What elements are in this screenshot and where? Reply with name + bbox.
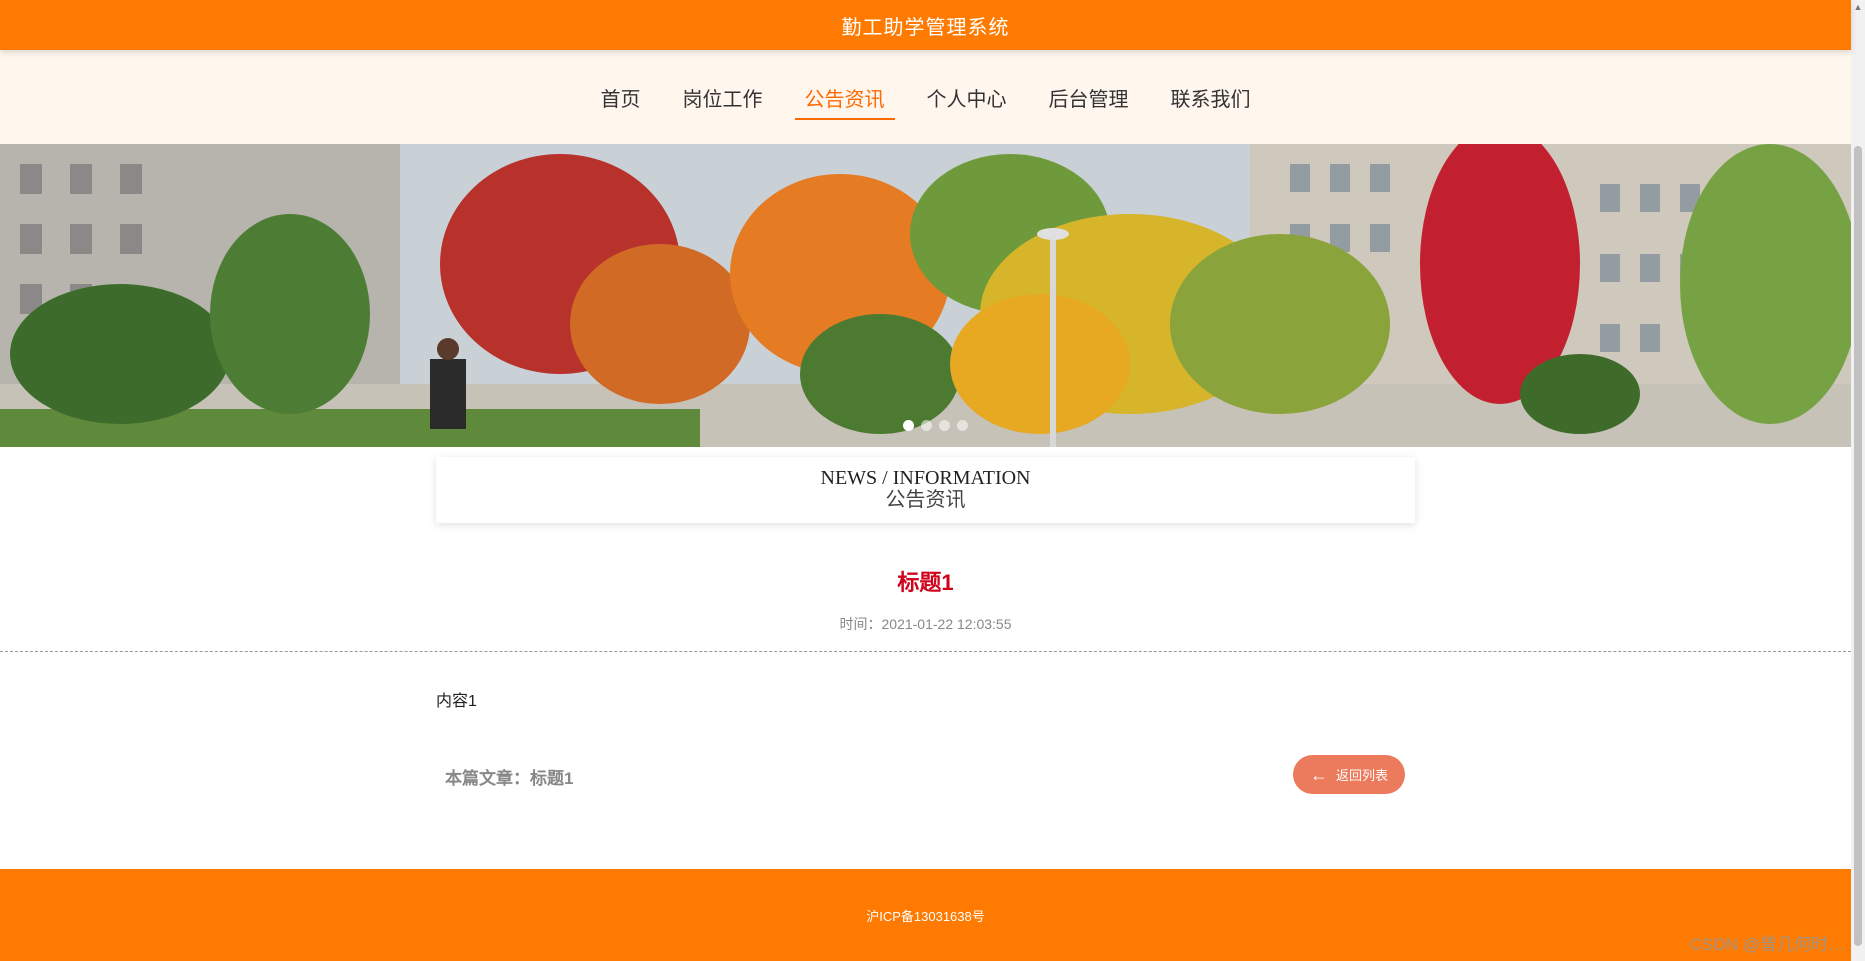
current-article-label: 本篇文章：标题1 <box>445 769 574 788</box>
carousel-dot-1[interactable] <box>903 420 914 431</box>
nav-item-admin[interactable]: 后台管理 <box>1039 75 1139 120</box>
carousel-dot-4[interactable] <box>957 420 968 431</box>
section-title-cn: 公告资讯 <box>885 489 966 511</box>
nav-list: 首页 岗位工作 公告资讯 个人中心 后台管理 联系我们 <box>591 75 1261 120</box>
article-title: 标题1 <box>897 570 954 595</box>
arrow-left-icon: ← <box>1309 764 1328 785</box>
top-header: 勤工助学管理系统 <box>0 0 1851 50</box>
section-title-en: NEWS / INFORMATION <box>820 467 1031 489</box>
nav-item-home[interactable]: 首页 <box>591 75 651 120</box>
article-content: 内容1 <box>436 693 477 710</box>
footer: 沪ICP备13031638号 <box>0 869 1851 961</box>
back-to-list-button[interactable]: ← 返回列表 <box>1293 755 1405 794</box>
nav-item-personal-center[interactable]: 个人中心 <box>917 75 1017 120</box>
watermark: CSDN @曾几何时… <box>1689 935 1845 954</box>
back-to-list-label: 返回列表 <box>1335 768 1388 783</box>
page: 勤工助学管理系统 首页 岗位工作 公告资讯 个人中心 后台管理 联系我们 NEW… <box>0 0 1865 961</box>
carousel-dot-2[interactable] <box>921 420 932 431</box>
banner-image <box>0 144 1851 447</box>
scroll-up-icon[interactable]: ▲ <box>1851 0 1865 14</box>
divider <box>0 651 1851 652</box>
carousel-dot-3[interactable] <box>939 420 950 431</box>
section-heading: NEWS / INFORMATION 公告资讯 <box>436 457 1415 523</box>
nav-item-news[interactable]: 公告资讯 <box>794 75 895 120</box>
nav-item-jobs[interactable]: 岗位工作 <box>673 75 773 120</box>
nav-bar: 首页 岗位工作 公告资讯 个人中心 后台管理 联系我们 <box>0 50 1851 144</box>
carousel-dots <box>0 420 1851 431</box>
vertical-scrollbar[interactable]: ▲ <box>1851 0 1865 961</box>
scrollbar-thumb[interactable] <box>1854 146 1862 946</box>
footer-icp[interactable]: 沪ICP备13031638号 <box>866 906 985 925</box>
app-title: 勤工助学管理系统 <box>841 16 1010 39</box>
nav-item-contact[interactable]: 联系我们 <box>1161 75 1261 120</box>
banner-carousel[interactable] <box>0 144 1851 447</box>
article-time: 时间：2021-01-22 12:03:55 <box>839 616 1012 632</box>
